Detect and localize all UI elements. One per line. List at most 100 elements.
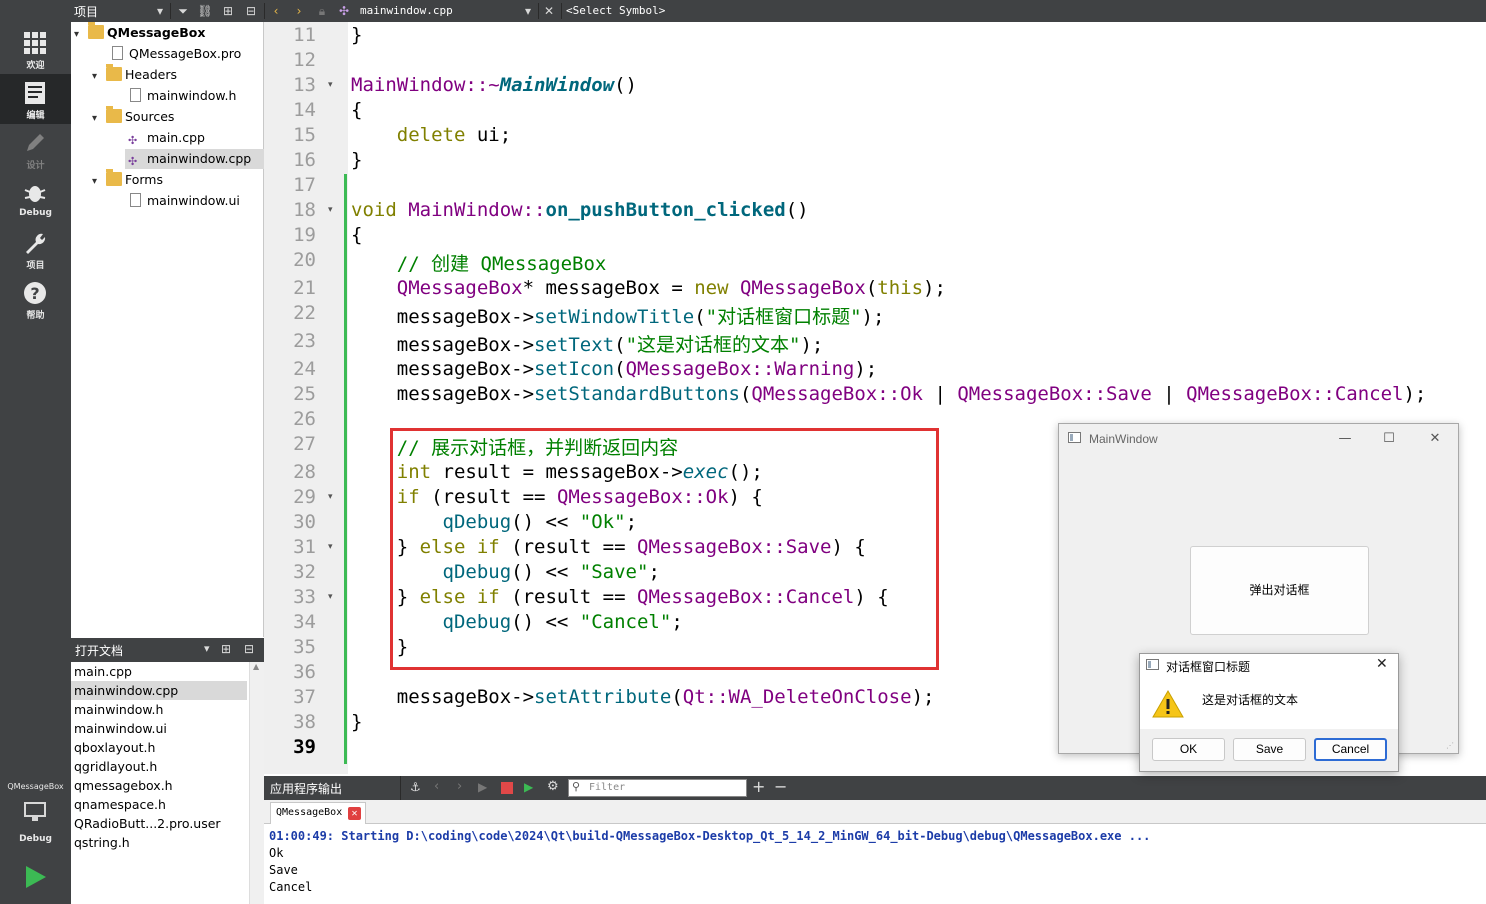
output-tab[interactable]: QMessageBox ✕: [270, 802, 366, 824]
code-line: MainWindow::~MainWindow(): [351, 74, 637, 96]
collapse-arrow-icon[interactable]: ▾: [92, 109, 106, 129]
run-button[interactable]: [22, 864, 48, 890]
mode-projects[interactable]: 项目: [0, 224, 71, 274]
close-icon[interactable]: ✕: [1415, 427, 1455, 451]
open-doc-item[interactable]: main.cpp: [71, 662, 247, 681]
code-line: // 创建 QMessageBox: [396, 253, 607, 275]
debug-run-icon[interactable]: ▶: [524, 780, 533, 794]
stop-icon[interactable]: [501, 782, 513, 794]
minimize-icon[interactable]: —: [1325, 427, 1365, 451]
scroll-up-arrow-icon[interactable]: ▲: [253, 662, 259, 671]
settings-gear-icon[interactable]: ⚙: [547, 779, 559, 794]
mode-label: 帮助: [26, 311, 45, 321]
close-icon[interactable]: ✕: [1376, 656, 1388, 672]
line-number: 23: [293, 330, 316, 352]
code-line: messageBox->setStandardButtons(QMessageB…: [396, 383, 1427, 405]
attach-icon[interactable]: ⚓: [410, 780, 421, 794]
application-output[interactable]: 01:00:49: Starting D:\coding\code\2024\Q…: [264, 825, 1486, 904]
open-doc-item[interactable]: qgridlayout.h: [71, 757, 247, 776]
fold-marker-icon[interactable]: ▾: [328, 205, 333, 215]
open-doc-item[interactable]: qmessagebox.h: [71, 776, 247, 795]
link-icon[interactable]: ⛓: [197, 3, 213, 19]
zoom-in-icon[interactable]: +: [752, 777, 765, 796]
tree-file-mainwindow-h[interactable]: mainwindow.h: [128, 86, 236, 106]
rerun-icon[interactable]: ▶: [478, 780, 487, 794]
project-folder-icon: [88, 22, 104, 39]
close-pane-icon[interactable]: ⊟: [244, 642, 254, 656]
wrench-icon: [26, 233, 46, 254]
ok-button[interactable]: OK: [1152, 738, 1225, 761]
mode-design[interactable]: 设计: [0, 124, 71, 174]
close-tab-icon[interactable]: ✕: [348, 807, 361, 820]
open-doc-item[interactable]: qnamespace.h: [71, 795, 247, 814]
highlight-annotation-box: [390, 428, 939, 670]
filter-icon[interactable]: ⏷: [175, 3, 191, 19]
tree-file-main-cpp[interactable]: ✣ main.cpp: [128, 128, 205, 148]
open-documents-scrollbar[interactable]: ▲: [249, 662, 264, 904]
line-number: 11: [293, 24, 316, 46]
folder-icon: [106, 106, 122, 123]
tree-sources-folder[interactable]: ▾ Sources: [92, 106, 174, 129]
open-doc-item[interactable]: qboxlayout.h: [71, 738, 247, 757]
back-icon[interactable]: ‹: [268, 3, 284, 19]
mode-label: 项目: [26, 261, 45, 271]
code-line: }: [351, 149, 363, 171]
save-button[interactable]: Save: [1233, 738, 1306, 761]
output-line: 01:00:49: Starting D:\coding\code\2024\Q…: [269, 829, 1151, 843]
cancel-button[interactable]: Cancel: [1314, 738, 1387, 761]
open-doc-item[interactable]: QRadioButt...2.pro.user: [71, 814, 247, 833]
maximize-icon[interactable]: ☐: [1369, 427, 1409, 451]
fold-marker-icon[interactable]: ▾: [328, 592, 333, 602]
code-line: {: [351, 99, 363, 121]
file-dropdown-arrow-icon[interactable]: ▾: [520, 3, 536, 19]
symbol-combo[interactable]: <Select Symbol>: [566, 4, 665, 17]
kit-selector[interactable]: Debug: [0, 796, 71, 844]
output-filter-input[interactable]: ⚲ Filter: [568, 779, 747, 797]
app-window-icon: [1068, 432, 1081, 443]
output-pane-title: 应用程序输出: [270, 782, 343, 796]
tree-file-mainwindow-cpp[interactable]: ✣ mainwindow.cpp: [125, 149, 264, 169]
fold-marker-icon[interactable]: ▾: [328, 492, 333, 502]
split-icon[interactable]: ⊞: [221, 642, 231, 656]
forward-icon[interactable]: ›: [291, 3, 307, 19]
collapse-arrow-icon[interactable]: ▾: [92, 172, 106, 192]
popup-dialog-button[interactable]: 弹出对话框: [1190, 546, 1369, 635]
dropdown-arrow-icon[interactable]: ▾: [204, 642, 210, 655]
close-pane-icon[interactable]: ⊟: [243, 3, 259, 19]
resize-grip-icon[interactable]: ⋰: [1446, 741, 1456, 751]
zoom-out-icon[interactable]: −: [774, 777, 787, 796]
mode-edit[interactable]: 编辑: [0, 74, 71, 124]
code-line: }: [351, 711, 363, 733]
current-file-combo[interactable]: mainwindow.cpp: [360, 4, 453, 17]
collapse-arrow-icon[interactable]: ▾: [74, 25, 88, 45]
kit-project-name: QMessageBox: [7, 782, 64, 791]
close-file-icon[interactable]: ✕: [541, 3, 557, 19]
tree-project-root[interactable]: ▾ QMessageBox: [74, 22, 205, 45]
line-number: 31: [293, 536, 316, 558]
output-line: Ok: [269, 846, 284, 860]
grid-icon: [24, 32, 46, 54]
line-number: 27: [293, 433, 316, 455]
split-icon[interactable]: ⊞: [220, 3, 236, 19]
tree-pro-file[interactable]: QMessageBox.pro: [110, 44, 241, 64]
line-number: 18: [293, 199, 316, 221]
open-doc-item[interactable]: mainwindow.h: [71, 700, 247, 719]
tree-forms-folder[interactable]: ▾ Forms: [92, 169, 163, 192]
prev-icon[interactable]: ‹: [434, 779, 439, 794]
open-doc-item[interactable]: qstring.h: [71, 833, 247, 852]
mode-debug[interactable]: Debug: [0, 174, 71, 224]
output-line: Save: [269, 863, 298, 877]
mode-help[interactable]: ? 帮助: [0, 274, 71, 324]
tree-file-mainwindow-ui[interactable]: mainwindow.ui: [128, 191, 240, 211]
fold-marker-icon[interactable]: ▾: [328, 80, 333, 90]
tree-headers-folder[interactable]: ▾ Headers: [92, 64, 177, 87]
mode-welcome[interactable]: 欢迎: [0, 24, 71, 74]
pencil-icon: [27, 134, 44, 151]
next-icon[interactable]: ›: [457, 779, 462, 794]
fold-marker-icon[interactable]: ▾: [328, 542, 333, 552]
open-doc-item[interactable]: mainwindow.ui: [71, 719, 247, 738]
open-doc-item[interactable]: mainwindow.cpp: [71, 681, 247, 700]
collapse-arrow-icon[interactable]: ▾: [92, 67, 106, 87]
bug-icon: [24, 186, 46, 202]
dropdown-arrow-icon[interactable]: ▾: [152, 3, 168, 19]
